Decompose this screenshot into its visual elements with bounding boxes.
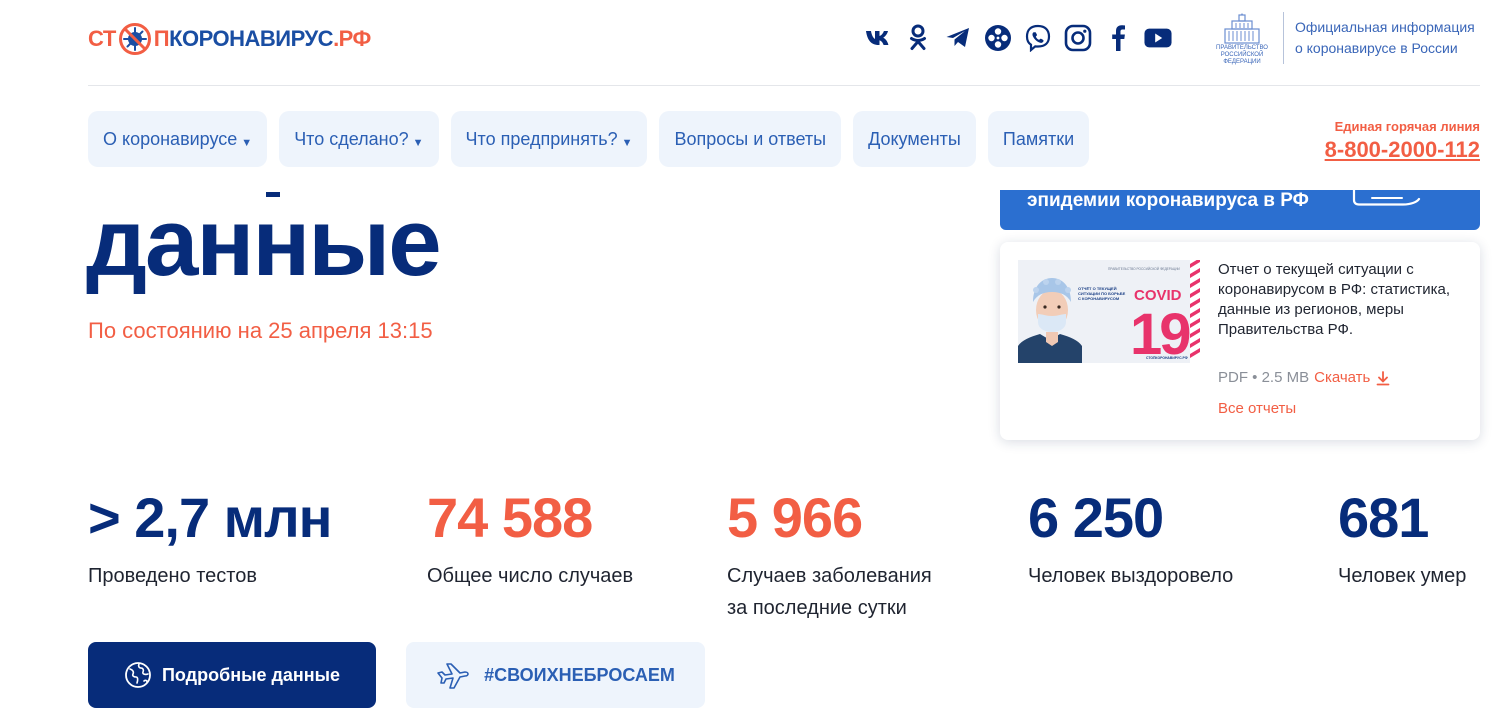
instagram-icon[interactable]: [1064, 22, 1092, 54]
chevron-down-icon: ▼: [241, 137, 253, 149]
report-thumbnail[interactable]: ПРАВИТЕЛЬСТВО РОССИЙСКОЙ ФЕДЕРАЦИИ ОТЧЁТ…: [1018, 260, 1200, 363]
stat-value: 6 250: [1028, 486, 1164, 549]
nav-item-faq[interactable]: Вопросы и ответы: [659, 111, 842, 167]
epidemic-banner[interactable]: эпидемии коронавируса в РФ: [1000, 190, 1480, 230]
viber-icon[interactable]: [1024, 22, 1052, 54]
stat-label-line-1: Случаев заболевания: [727, 565, 932, 587]
page-title: данные: [86, 189, 442, 296]
social-links: [864, 22, 1172, 54]
gov-divider: [1283, 12, 1284, 64]
logo-text-koronavirus: КОРОНАВИРУС: [169, 26, 334, 51]
hashtag-button[interactable]: #СВОИХНЕБРОСАЕМ: [406, 642, 705, 708]
airplane-icon: [437, 663, 469, 689]
government-building-icon: [1224, 12, 1260, 44]
report-meta: PDF • 2.5 MB Скачать: [1218, 368, 1390, 388]
thumb-number-19: 19: [1130, 302, 1190, 363]
hashtag-label: #СВОИХНЕБРОСАЕМ: [484, 664, 675, 685]
report-card: ПРАВИТЕЛЬСТВО РОССИЙСКОЙ ФЕДЕРАЦИИ ОТЧЁТ…: [1000, 242, 1480, 440]
nav-item-done[interactable]: Что сделано? ▼: [279, 111, 439, 167]
government-emblem: ПРАВИТЕЛЬСТВО РОССИЙСКОЙ ФЕДЕРАЦИИ: [1210, 11, 1274, 66]
stat-deaths: 681 Человек умер: [1338, 486, 1466, 592]
thumb-header-text: ПРАВИТЕЛЬСТВО РОССИЙСКОЙ ФЕДЕРАЦИИ: [1108, 267, 1180, 271]
report-format: PDF • 2.5 MB: [1218, 369, 1310, 386]
stat-tests: > 2,7 млн Проведено тестов: [88, 486, 332, 592]
stat-value: 5 966: [727, 486, 863, 549]
stat-label: Человек выздоровело: [1028, 565, 1234, 587]
vk-icon[interactable]: [864, 22, 892, 54]
stat-value: > 2,7 млн: [88, 486, 332, 549]
page: СТ П КОРОНАВИРУС .РФ ПРАВИТЕЛЬСТВО РОССИ…: [0, 0, 1506, 721]
chevron-down-icon: ▼: [621, 137, 633, 149]
virus-crossed-icon: [118, 23, 151, 55]
stat-label: Человек умер: [1338, 565, 1467, 587]
nav-item-label: Вопросы и ответы: [674, 128, 827, 149]
stat-label: Общее число случаев: [427, 565, 634, 587]
detailed-data-label: Подробные данные: [161, 664, 341, 685]
banner-text: эпидемии коронавируса в РФ: [1027, 190, 1309, 211]
detailed-data-button[interactable]: Подробные данные: [88, 642, 376, 708]
reel-icon[interactable]: [984, 22, 1012, 54]
chevron-down-icon: ▼: [412, 137, 424, 149]
hotline-phone-link[interactable]: 8-800-2000-112: [1325, 136, 1480, 164]
nav-item-documents[interactable]: Документы: [853, 111, 976, 167]
header: СТ П КОРОНАВИРУС .РФ ПРАВИТЕЛЬСТВО РОССИ…: [88, 0, 1480, 86]
stat-label-line-2: за последние сутки: [727, 597, 907, 619]
logo-text-st: СТ: [88, 26, 116, 51]
stat-total-cases: 74 588 Общее число случаев: [427, 486, 633, 592]
stat-value: 681: [1338, 486, 1429, 549]
main-nav: О коронавирусе ▼ Что сделано? ▼ Что пред…: [88, 111, 1090, 167]
emblem-caption-3: ФЕДЕРАЦИИ: [1223, 58, 1261, 65]
stat-label: Случаев заболевания за последние сутки: [727, 560, 932, 624]
nav-item-about[interactable]: О коронавирусе ▼: [88, 111, 268, 167]
download-label: Скачать: [1314, 369, 1371, 386]
nav-item-label: О коронавирусе: [103, 128, 238, 149]
telegram-icon[interactable]: [944, 22, 972, 54]
facebook-icon[interactable]: [1104, 22, 1132, 54]
stat-recovered: 6 250 Человек выздоровело: [1028, 486, 1233, 592]
thumb-brand: СТОПКОРОНАВИРУС.РФ: [1146, 356, 1188, 360]
government-block[interactable]: ПРАВИТЕЛЬСТВО РОССИЙСКОЙ ФЕДЕРАЦИИ Офици…: [1210, 6, 1480, 70]
site-logo[interactable]: СТ П КОРОНАВИРУС .РФ: [88, 19, 371, 59]
globe-icon: [125, 662, 151, 688]
thumb-caption-3: С КОРОНАВИРУСОМ: [1078, 296, 1120, 301]
banner-hand-icon: [1352, 190, 1421, 206]
nav-item-label: Памятки: [1002, 128, 1075, 149]
nav-item-label: Что сделано?: [294, 128, 409, 149]
stat-label: Проведено тестов: [88, 565, 257, 587]
stat-daily-cases: 5 966 Случаев заболевания за последние с…: [727, 486, 932, 624]
emblem-caption-1: ПРАВИТЕЛЬСТВО: [1216, 44, 1268, 51]
nav-item-memos[interactable]: Памятки: [987, 111, 1090, 167]
nav-item-label: Документы: [868, 128, 961, 149]
download-icon: [1376, 370, 1390, 385]
odnoklassniki-icon[interactable]: [904, 22, 932, 54]
report-title[interactable]: Отчет о текущей ситуации с коронавирусом…: [1218, 260, 1458, 340]
download-link[interactable]: Скачать: [1314, 368, 1390, 388]
gov-text-line-2: о коронавирусе в России: [1294, 40, 1458, 56]
logo-text-p: П: [153, 26, 170, 51]
stat-value: 74 588: [427, 486, 593, 549]
nav-item-what-to-do[interactable]: Что предпринять? ▼: [450, 111, 648, 167]
youtube-icon[interactable]: [1144, 22, 1172, 54]
as-of-date: По состоянию на 25 апреля 13:15: [88, 318, 433, 343]
gov-official-info: Официальная информация о коронавирусе в …: [1295, 17, 1480, 59]
all-reports-link[interactable]: Все отчеты: [1218, 399, 1296, 419]
hotline-label: Единая горячая линия: [1334, 119, 1480, 134]
logo-text-rf: .РФ: [333, 26, 371, 51]
nav-item-label: Что предпринять?: [465, 128, 618, 149]
emblem-caption-2: РОССИЙСКОЙ: [1220, 51, 1264, 58]
hotline: Единая горячая линия 8-800-2000-112: [1325, 118, 1480, 164]
gov-text-line-1: Официальная информация: [1294, 19, 1475, 35]
